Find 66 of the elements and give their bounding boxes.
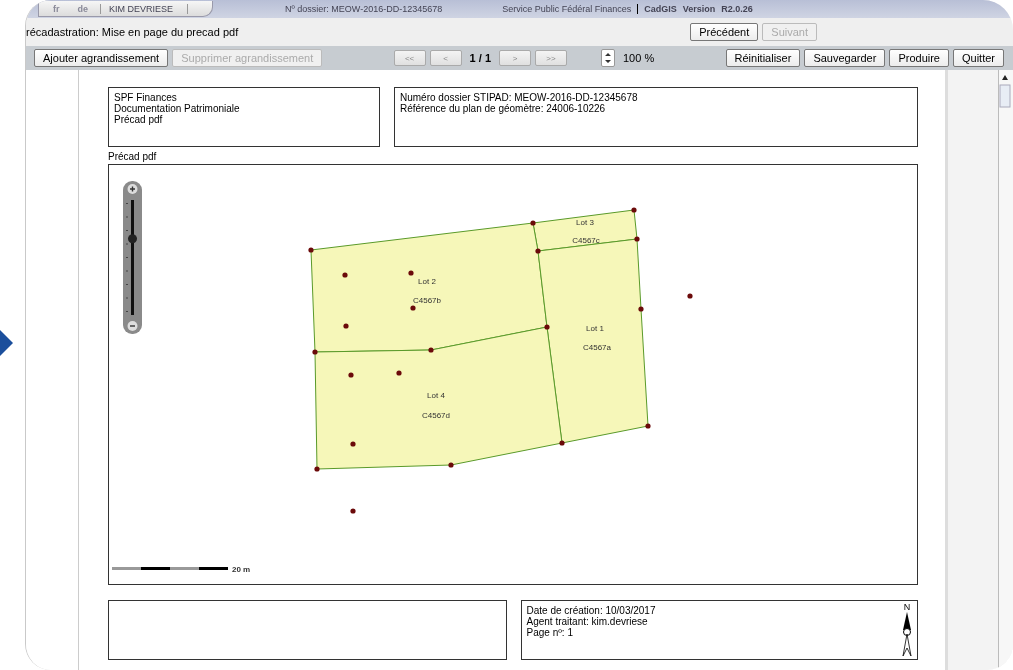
info-text: SPF Finances — [114, 92, 177, 103]
point-marker — [638, 306, 644, 312]
lot-label: Lot 1 — [586, 324, 604, 333]
point-marker — [408, 270, 414, 276]
info-text: Précad pdf — [114, 114, 163, 125]
point-marker — [348, 372, 354, 378]
point-marker — [308, 247, 314, 253]
scale-label: 20 m — [232, 565, 251, 574]
version-number: R2.0.26 — [721, 4, 753, 14]
chevron-right-icon[interactable] — [0, 330, 14, 356]
point-marker — [631, 207, 637, 213]
info-text: Page nº: 1 — [526, 627, 573, 638]
lot-label: Lot 2 — [418, 277, 436, 286]
point-marker — [343, 323, 349, 329]
point-marker — [410, 305, 416, 311]
point-marker — [396, 370, 402, 376]
info-text: Agent traitant: kim.devriese — [526, 616, 648, 627]
language-link[interactable]: fr — [47, 3, 66, 14]
point-marker — [314, 466, 320, 472]
point-marker — [342, 272, 348, 278]
user-tab[interactable]: fr de KIM DEVRIESE — [38, 1, 213, 17]
page-nav-button[interactable]: << — [393, 50, 426, 66]
lot-label: Lot 4 — [427, 391, 445, 400]
zoom-slider[interactable] — [123, 181, 142, 334]
parcel-label: C4567c — [572, 236, 600, 245]
point-marker — [559, 440, 565, 446]
parcel-label: C4567d — [422, 411, 450, 420]
point-marker — [634, 236, 640, 242]
user-name: KIM DEVRIESE — [100, 3, 189, 14]
zoom-percent: 100 % — [623, 52, 655, 64]
app-name: CadGIS — [637, 4, 677, 14]
point-marker — [350, 441, 356, 447]
window-title: récadastration: Mise en page du precad pdf — [26, 26, 240, 38]
button[interactable]: Ajouter agrandissement — [34, 49, 169, 67]
point-marker — [530, 220, 536, 226]
version-label: Version — [682, 4, 716, 14]
page-indicator: 1 / 1 — [469, 52, 491, 64]
info-text: Documentation Patrimoniale — [114, 103, 240, 114]
point-marker — [687, 293, 693, 299]
page-nav-button[interactable]: > — [499, 50, 531, 66]
language-link[interactable]: de — [71, 3, 94, 14]
button[interactable]: Précédent — [690, 23, 759, 41]
point-marker — [428, 347, 434, 353]
point-marker — [535, 248, 541, 254]
point-marker — [544, 324, 550, 330]
parcel-label: C4567b — [413, 296, 441, 305]
button[interactable]: Produire — [889, 49, 949, 67]
info-text: Numéro dossier STIPAD: MEOW-2016-DD-12345678 — [400, 92, 638, 103]
organization-name: Service Public Fédéral Finances — [502, 4, 632, 14]
parcel-label: C4567a — [583, 343, 611, 352]
scrollbar[interactable] — [998, 70, 1013, 670]
map-title: Précad pdf — [108, 151, 158, 162]
zoom-spinner[interactable] — [601, 49, 615, 67]
lot-label: Lot 3 — [576, 218, 594, 227]
point-marker — [645, 423, 651, 429]
page-nav-button[interactable]: < — [429, 50, 462, 66]
point-marker — [448, 462, 454, 468]
button[interactable]: Sauvegarder — [804, 49, 886, 67]
info-text: Date de création: 10/03/2017 — [526, 605, 656, 616]
point-marker — [350, 508, 356, 514]
point-marker — [312, 349, 318, 355]
button[interactable]: Réinitialiser — [725, 49, 801, 67]
button[interactable]: Quitter — [952, 49, 1004, 67]
page-nav-button[interactable]: >> — [535, 50, 567, 66]
dossier-number: Nº dossier: MEOW-2016-DD-12345678 — [285, 4, 443, 14]
info-text: Référence du plan de géomètre: 24006-10226 — [400, 103, 606, 114]
